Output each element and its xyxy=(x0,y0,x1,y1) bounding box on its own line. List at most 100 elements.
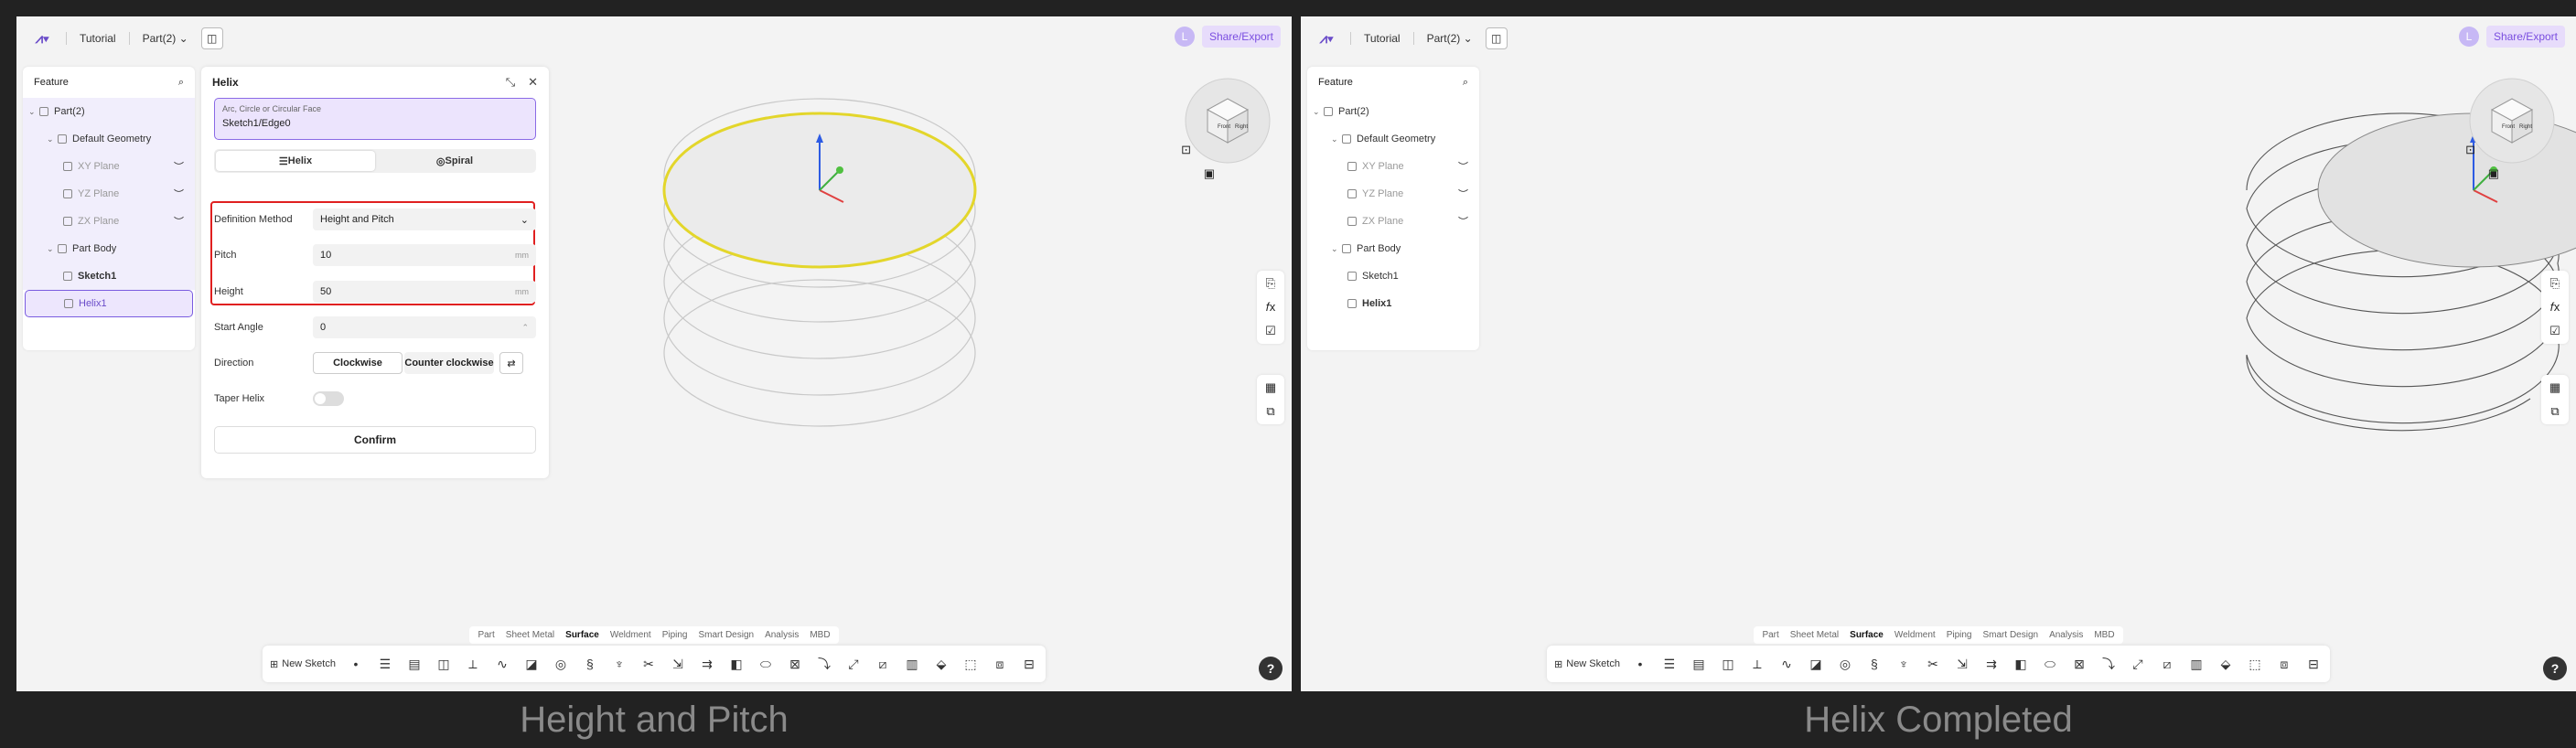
tab-piping[interactable]: Piping xyxy=(1942,629,1977,641)
tab-spiral[interactable]: ◎ Spiral xyxy=(375,151,534,171)
thicken-icon[interactable]: ⤵ xyxy=(2099,655,2118,673)
boundary-icon[interactable]: ⬙ xyxy=(2216,657,2235,672)
delete-face-icon[interactable]: ⧄ xyxy=(874,657,892,672)
tab-sheet-metal[interactable]: Sheet Metal xyxy=(1786,629,1843,641)
helix-tool-icon[interactable]: ☰ xyxy=(376,657,394,672)
formula-icon[interactable]: 𝑓x xyxy=(1266,300,1276,315)
more-icon[interactable]: ⊟ xyxy=(1020,657,1038,672)
flip-direction-icon[interactable]: ⇄ xyxy=(499,352,523,374)
view-mode-icon[interactable]: ▣ xyxy=(2488,166,2499,181)
point-icon[interactable]: • xyxy=(1631,657,1649,671)
fill-icon[interactable]: ♆ xyxy=(1894,657,1913,671)
split-icon[interactable]: ⤢ xyxy=(2129,657,2147,672)
confirm-button[interactable]: Confirm xyxy=(214,426,536,454)
patch-icon[interactable]: ⬭ xyxy=(2041,657,2059,672)
fill-icon[interactable]: ♆ xyxy=(610,657,628,671)
3d-viewport[interactable] xyxy=(1301,16,2576,691)
revolve-icon[interactable]: ◎ xyxy=(552,657,570,672)
counter-clockwise-button[interactable]: Counter clockwise xyxy=(404,352,494,374)
tree-item-xy-plane[interactable]: XY Plane ︶ xyxy=(23,153,195,180)
tree-item-sketch1[interactable]: Sketch1 xyxy=(1307,262,1479,290)
knit-icon[interactable]: ⊠ xyxy=(786,657,804,672)
delete-face-icon[interactable]: ⧄ xyxy=(2158,657,2176,672)
trim-icon[interactable]: ✂ xyxy=(639,657,658,672)
height-input[interactable]: 50 mm xyxy=(313,281,536,303)
eye-hidden-icon[interactable]: ︶ xyxy=(174,214,184,229)
new-sketch-button[interactable]: ⊞ New Sketch xyxy=(1554,658,1620,670)
chevron-down-icon[interactable]: ⌄ xyxy=(1313,107,1324,117)
tree-item-default-geometry[interactable]: ⌄ Default Geometry xyxy=(23,125,195,153)
search-icon[interactable]: ⌕ xyxy=(1463,77,1468,89)
tab-weldment[interactable]: Weldment xyxy=(1890,629,1940,641)
curve-icon[interactable]: ∿ xyxy=(1777,657,1796,672)
chevron-down-icon[interactable]: ⌄ xyxy=(1331,134,1342,144)
assembly-icon[interactable]: ⧉ xyxy=(2550,404,2559,419)
point-icon[interactable]: • xyxy=(347,657,365,671)
tab-analysis[interactable]: Analysis xyxy=(760,629,803,641)
loft-icon[interactable]: ◫ xyxy=(435,657,453,672)
tab-sheet-metal[interactable]: Sheet Metal xyxy=(501,629,559,641)
tab-mbd[interactable]: MBD xyxy=(805,629,834,641)
tree-item-zx-plane[interactable]: ZX Plane ︶ xyxy=(1307,208,1479,235)
mirror-icon[interactable]: ◧ xyxy=(2012,657,2030,672)
trim-icon[interactable]: ✂ xyxy=(1924,657,1942,672)
formula-icon[interactable]: 𝑓x xyxy=(2550,300,2560,315)
tree-item-helix1[interactable]: Helix1 xyxy=(25,290,193,317)
checklist-icon[interactable]: ☑ xyxy=(1265,324,1276,338)
taper-helix-toggle[interactable] xyxy=(313,391,344,406)
sweep-icon[interactable]: § xyxy=(1865,657,1884,671)
stepper-icon[interactable]: ⌃ xyxy=(521,323,529,333)
surface-icon[interactable]: ▤ xyxy=(1690,657,1708,672)
eye-hidden-icon[interactable]: ︶ xyxy=(1458,187,1468,201)
eye-hidden-icon[interactable]: ︶ xyxy=(174,159,184,174)
tab-part[interactable]: Part xyxy=(473,629,499,641)
replace-face-icon[interactable]: ⧈ xyxy=(991,657,1009,672)
more-icon[interactable]: ⊟ xyxy=(2304,657,2323,672)
fit-view-icon[interactable]: ⊡ xyxy=(1181,143,1191,157)
view-mode-icon[interactable]: ▣ xyxy=(1204,166,1215,181)
search-icon[interactable]: ⌕ xyxy=(178,77,184,89)
offset-icon[interactable]: ⇉ xyxy=(698,657,716,672)
tab-smart-design[interactable]: Smart Design xyxy=(694,629,759,641)
tab-piping[interactable]: Piping xyxy=(658,629,692,641)
chevron-down-icon[interactable]: ⌄ xyxy=(28,107,39,117)
view-cube[interactable]: Front Right xyxy=(2464,73,2560,168)
split-icon[interactable]: ⤢ xyxy=(844,657,863,672)
tree-item-xy-plane[interactable]: XY Plane ︶ xyxy=(1307,153,1479,180)
tree-item-yz-plane[interactable]: YZ Plane ︶ xyxy=(1307,180,1479,208)
ruled-icon[interactable]: ▥ xyxy=(2187,657,2206,672)
chevron-down-icon[interactable]: ⌄ xyxy=(47,244,58,254)
tree-item-default-geometry[interactable]: ⌄ Default Geometry xyxy=(1307,125,1479,153)
thicken-icon[interactable]: ⤵ xyxy=(815,655,833,673)
tree-item-zx-plane[interactable]: ZX Plane ︶ xyxy=(23,208,195,235)
chevron-down-icon[interactable]: ⌄ xyxy=(1331,244,1342,254)
line-icon[interactable]: ⟂ xyxy=(1748,657,1766,672)
extrude-icon[interactable]: ◪ xyxy=(1807,657,1825,672)
revolve-icon[interactable]: ◎ xyxy=(1836,657,1854,672)
tab-helix[interactable]: ☰ Helix xyxy=(216,151,375,171)
new-sketch-button[interactable]: ⊞ New Sketch xyxy=(270,658,336,670)
boundary-icon[interactable]: ⬙ xyxy=(932,657,950,672)
tree-item-helix1[interactable]: Helix1 xyxy=(1307,290,1479,317)
tab-smart-design[interactable]: Smart Design xyxy=(1979,629,2044,641)
loft-icon[interactable]: ◫ xyxy=(1719,657,1737,672)
tab-mbd[interactable]: MBD xyxy=(2089,629,2119,641)
helix-tool-icon[interactable]: ☰ xyxy=(1660,657,1679,672)
tree-item-part-body[interactable]: ⌄ Part Body xyxy=(23,235,195,262)
box-icon[interactable]: ⬚ xyxy=(961,657,980,672)
definition-method-select[interactable]: Height and Pitch ⌄ xyxy=(313,208,536,230)
tab-part[interactable]: Part xyxy=(1757,629,1783,641)
tree-item-yz-plane[interactable]: YZ Plane ︶ xyxy=(23,180,195,208)
tab-surface[interactable]: Surface xyxy=(561,629,604,641)
eye-hidden-icon[interactable]: ︶ xyxy=(1458,159,1468,174)
extrude-icon[interactable]: ◪ xyxy=(522,657,541,672)
document-settings-icon[interactable]: ⎘ xyxy=(1266,276,1275,291)
tree-item-sketch1[interactable]: Sketch1 xyxy=(23,262,195,290)
curve-icon[interactable]: ∿ xyxy=(493,657,511,672)
sweep-icon[interactable]: § xyxy=(581,657,599,671)
ruled-icon[interactable]: ▥ xyxy=(903,657,921,672)
fit-view-icon[interactable]: ⊡ xyxy=(2465,143,2475,157)
tab-analysis[interactable]: Analysis xyxy=(2045,629,2088,641)
collapse-icon[interactable]: ⤡ xyxy=(506,75,515,90)
start-angle-input[interactable]: 0 ⌃ xyxy=(313,316,536,338)
